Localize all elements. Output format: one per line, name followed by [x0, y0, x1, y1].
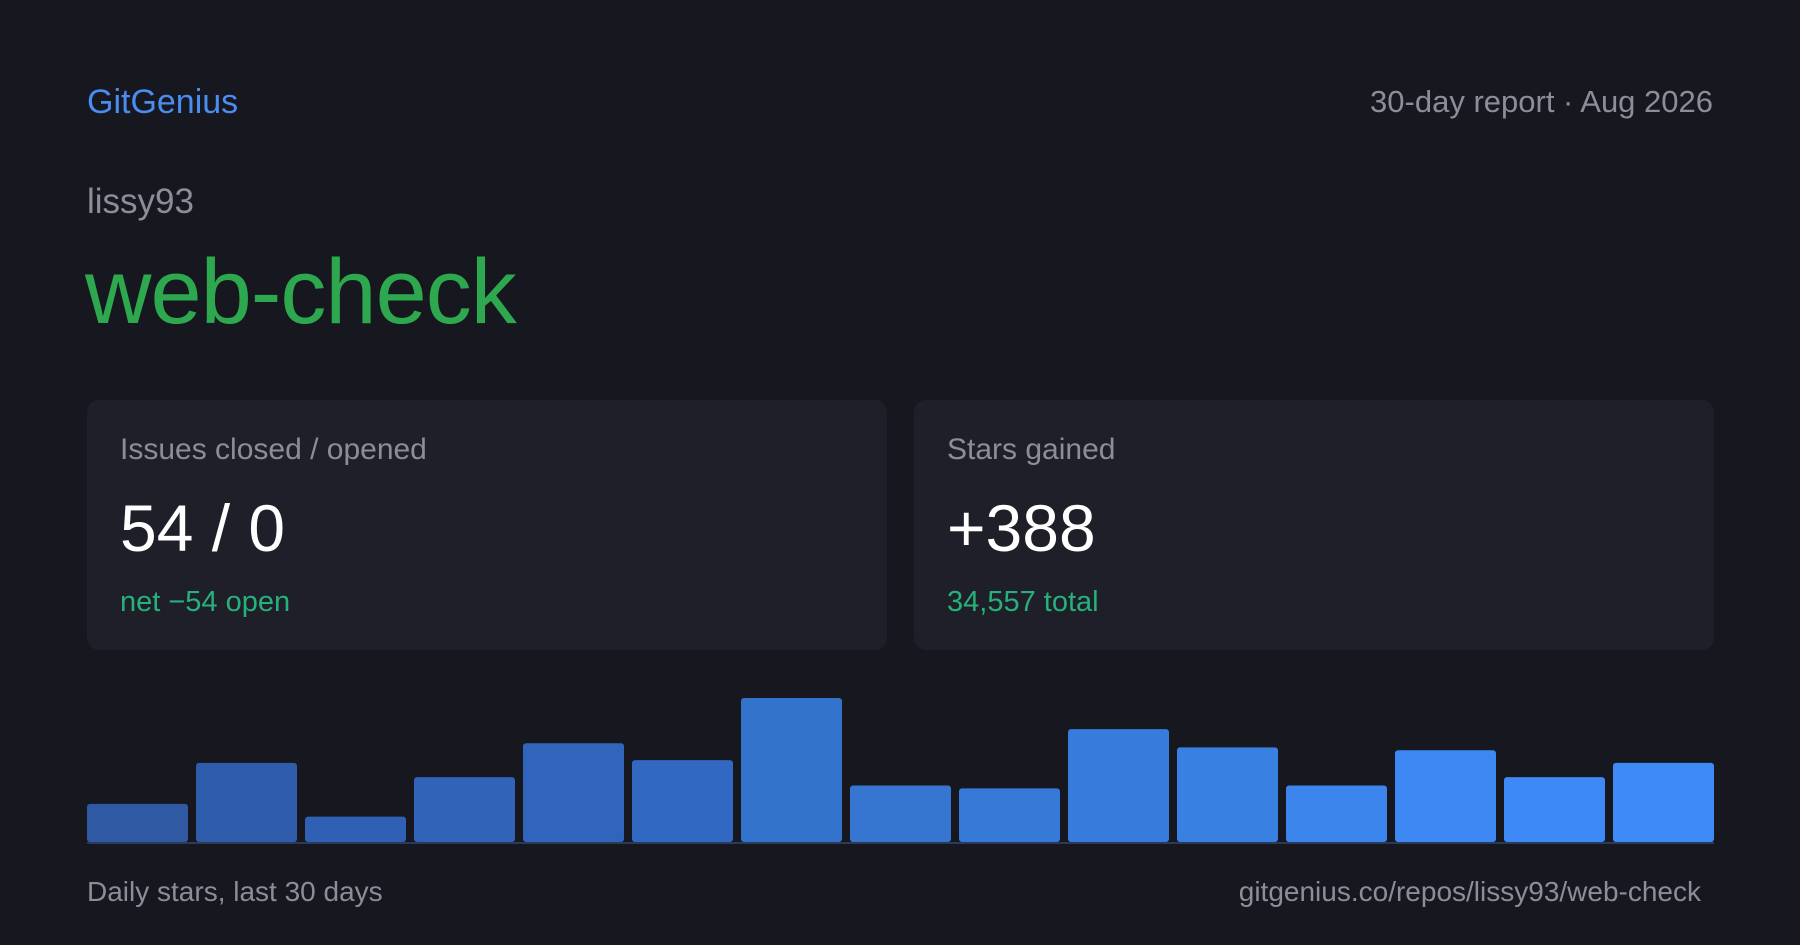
- issues-net: net −54 open: [120, 586, 291, 618]
- chart-bar: [959, 788, 1060, 842]
- chart-bar: [414, 777, 515, 842]
- issues-label: Issues closed / opened: [120, 433, 427, 466]
- stars-value: +388: [947, 491, 1096, 565]
- brand-logo-text: GitGenius: [87, 83, 239, 121]
- chart-bar: [632, 760, 733, 842]
- stars-label: Stars gained: [947, 433, 1116, 466]
- chart-bar: [1395, 750, 1496, 842]
- chart-bar: [1613, 762, 1714, 842]
- chart-bar: [741, 698, 842, 842]
- chart-bar: [1286, 785, 1387, 842]
- issues-card: Issues closed / opened 54 / 0 net −54 op…: [87, 400, 887, 650]
- report-period: 30-day report · Aug 2026: [1370, 84, 1713, 119]
- chart-bar: [1504, 777, 1605, 842]
- chart-caption: Daily stars, last 30 days: [87, 876, 383, 907]
- chart-bar: [87, 803, 188, 842]
- repo-url: gitgenius.co/repos/lissy93/web-check: [1238, 876, 1701, 907]
- issues-value: 54 / 0: [120, 491, 286, 565]
- chart-bar: [1177, 747, 1278, 842]
- chart-bar: [523, 743, 624, 842]
- stars-card: Stars gained +388 34,557 total: [914, 400, 1714, 650]
- chart-bar: [850, 785, 951, 842]
- repo-name: web-check: [85, 241, 517, 343]
- chart-bar: [305, 816, 406, 842]
- stars-total: 34,557 total: [947, 586, 1099, 618]
- daily-stars-chart: [87, 698, 1714, 844]
- repo-owner: lissy93: [87, 182, 194, 221]
- chart-bar: [196, 762, 297, 842]
- chart-bar: [1068, 729, 1169, 842]
